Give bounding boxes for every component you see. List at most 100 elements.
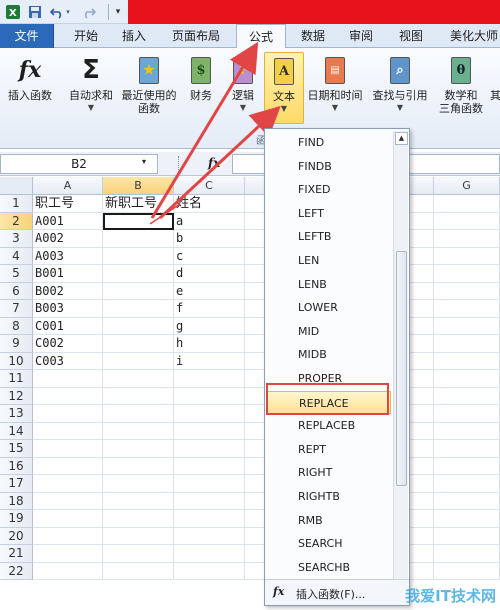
cell-b19[interactable] [103,510,174,528]
menu-scrollbar[interactable]: ▲ ▼ [393,131,408,601]
more-functions-button[interactable]: 其 [490,54,500,103]
cell-g2[interactable] [434,212,500,230]
cell-a15[interactable] [33,440,103,458]
cell-g10[interactable] [434,352,500,370]
cell-b6[interactable] [103,282,174,300]
cell-b16[interactable] [103,457,174,475]
function-item-replaceb[interactable]: REPLACEB [267,414,391,438]
function-item-rightb[interactable]: RIGHTB [267,485,391,509]
row-header-15[interactable]: 15 [0,440,33,458]
function-item-proper[interactable]: PROPER [267,367,391,391]
column-header-g[interactable]: G [434,177,500,195]
function-item-lower[interactable]: LOWER [267,296,391,320]
autosum-button[interactable]: Σ 自动求和 ▼ [64,54,118,113]
function-item-rmb[interactable]: RMB [267,509,391,533]
cell-c21[interactable] [174,545,245,563]
row-header-12[interactable]: 12 [0,387,33,405]
cell-a13[interactable] [33,405,103,423]
cell-c6[interactable]: e [174,282,245,300]
cell-b21[interactable] [103,545,174,563]
function-item-searchb[interactable]: SEARCHB [267,556,391,580]
cell-c16[interactable] [174,457,245,475]
cell-g16[interactable] [434,457,500,475]
cell-g5[interactable] [434,265,500,283]
financial-button[interactable]: $ 财务 [184,54,218,103]
cell-a11[interactable] [33,370,103,388]
cell-g13[interactable] [434,405,500,423]
cell-b15[interactable] [103,440,174,458]
cell-c7[interactable]: f [174,300,245,318]
cell-a7[interactable]: B003 [33,300,103,318]
cell-g17[interactable] [434,475,500,493]
cell-b18[interactable] [103,492,174,510]
cell-g11[interactable] [434,370,500,388]
cell-c11[interactable] [174,370,245,388]
tab-page-layout[interactable]: 页面布局 [160,24,232,48]
cell-a3[interactable]: A002 [33,230,103,248]
cell-c19[interactable] [174,510,245,528]
row-header-17[interactable]: 17 [0,475,33,493]
row-header-5[interactable]: 5 [0,265,33,283]
function-item-rept[interactable]: REPT [267,438,391,462]
row-header-19[interactable]: 19 [0,510,33,528]
cell-b14[interactable] [103,422,174,440]
name-box[interactable]: B2 [0,154,158,174]
row-header-14[interactable]: 14 [0,422,33,440]
cell-g15[interactable] [434,440,500,458]
cell-g7[interactable] [434,300,500,318]
cell-g6[interactable] [434,282,500,300]
column-header-a[interactable]: A [33,177,103,195]
tab-review[interactable]: 审阅 [340,24,382,48]
cell-g19[interactable] [434,510,500,528]
math-trig-button[interactable]: θ 数学和 三角函数 [434,54,488,116]
cell-b20[interactable] [103,527,174,545]
tab-beautify[interactable]: 美化大师 [440,24,500,48]
row-header-2[interactable]: 2 [0,212,33,230]
cell-g20[interactable] [434,527,500,545]
cell-a16[interactable] [33,457,103,475]
tab-file[interactable]: 文件 [0,24,54,48]
cell-a22[interactable] [33,562,103,580]
cell-c18[interactable] [174,492,245,510]
text-functions-button[interactable]: A 文本 ▼ [264,52,304,124]
tab-view[interactable]: 视图 [390,24,432,48]
function-item-findb[interactable]: FINDB [267,155,391,179]
cell-a1[interactable]: 职工号 [33,195,103,213]
cell-b22[interactable] [103,562,174,580]
cell-a21[interactable] [33,545,103,563]
cell-c14[interactable] [174,422,245,440]
row-header-3[interactable]: 3 [0,230,33,248]
cell-c15[interactable] [174,440,245,458]
cell-b5[interactable] [103,265,174,283]
row-header-13[interactable]: 13 [0,405,33,423]
function-item-lenb[interactable]: LENB [267,273,391,297]
function-item-left[interactable]: LEFT [267,202,391,226]
customize-icon[interactable]: ▾ [112,3,124,21]
cell-g22[interactable] [434,562,500,580]
function-item-replace[interactable]: REPLACE [267,390,391,415]
row-header-6[interactable]: 6 [0,282,33,300]
cell-c2[interactable]: a [174,212,245,230]
recent-functions-button[interactable]: ★ 最近使用的 函数 [118,54,180,116]
cell-b1[interactable]: 新职工号 [103,195,174,213]
redo-icon[interactable] [80,3,98,21]
function-item-midb[interactable]: MIDB [267,343,391,367]
cell-a6[interactable]: B002 [33,282,103,300]
cell-a19[interactable] [33,510,103,528]
row-header-8[interactable]: 8 [0,317,33,335]
cell-a20[interactable] [33,527,103,545]
cell-g9[interactable] [434,335,500,353]
row-header-4[interactable]: 4 [0,247,33,265]
cell-g18[interactable] [434,492,500,510]
cell-b11[interactable] [103,370,174,388]
row-header-9[interactable]: 9 [0,335,33,353]
insert-function-button[interactable]: fx 插入函数 [2,54,58,103]
cell-g12[interactable] [434,387,500,405]
cell-a14[interactable] [33,422,103,440]
cell-g8[interactable] [434,317,500,335]
cell-b13[interactable] [103,405,174,423]
cell-b12[interactable] [103,387,174,405]
tab-data[interactable]: 数据 [292,24,334,48]
cell-c13[interactable] [174,405,245,423]
insert-function-fx-icon[interactable]: fx [208,156,220,170]
